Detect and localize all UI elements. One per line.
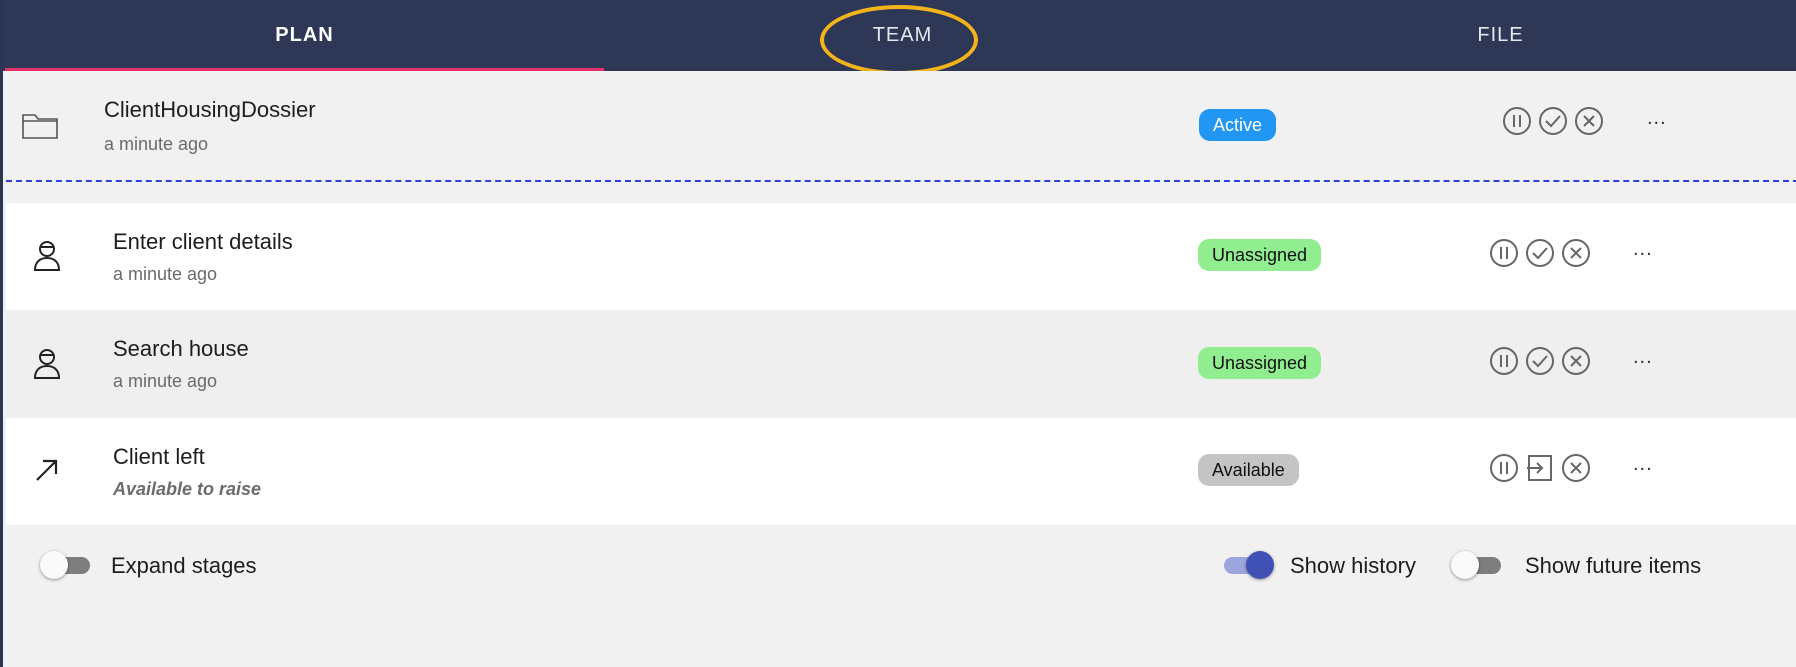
expand-stages-label: Expand stages <box>111 553 257 578</box>
more-menu-button[interactable]: ... <box>1647 107 1667 130</box>
tab-file[interactable]: FILE <box>1201 0 1796 71</box>
list-item[interactable]: Client left Available to raise Available… <box>6 418 1796 525</box>
cancel-icon[interactable] <box>1574 106 1604 136</box>
more-menu-button[interactable]: ... <box>1633 453 1653 476</box>
check-icon[interactable] <box>1525 238 1555 268</box>
expand-stages-toggle[interactable] <box>40 551 94 579</box>
pause-icon[interactable] <box>1502 106 1532 136</box>
case-title: ClientHousingDossier <box>104 97 316 122</box>
folder-icon <box>20 105 60 145</box>
item-subtitle: Available to raise <box>113 479 262 499</box>
list-item[interactable]: Enter client details a minute ago Unassi… <box>6 203 1796 310</box>
check-icon[interactable] <box>1538 106 1568 136</box>
pause-icon[interactable] <box>1489 346 1519 376</box>
cancel-icon[interactable] <box>1561 346 1591 376</box>
show-future-items-label: Show future items <box>1525 553 1702 578</box>
cancel-icon[interactable] <box>1561 238 1591 268</box>
tab-bar: PLAN TEAM FILE <box>3 0 1796 75</box>
pause-icon[interactable] <box>1489 238 1519 268</box>
item-subtitle: a minute ago <box>113 264 218 284</box>
check-icon[interactable] <box>1525 346 1555 376</box>
more-menu-button[interactable]: ... <box>1633 346 1653 369</box>
raise-icon[interactable] <box>1525 453 1555 483</box>
item-title: Enter client details <box>113 229 293 254</box>
show-history-toggle[interactable] <box>1220 551 1274 579</box>
status-badge: Available <box>1198 454 1299 486</box>
person-icon <box>27 235 67 275</box>
status-badge: Active <box>1199 109 1277 141</box>
pause-icon[interactable] <box>1489 453 1519 483</box>
case-subtitle: a minute ago <box>104 134 209 154</box>
person-icon <box>27 343 67 383</box>
status-badge: Unassigned <box>1198 239 1322 271</box>
tab-plan[interactable]: PLAN <box>5 0 604 71</box>
item-title: Client left <box>113 444 205 469</box>
more-menu-button[interactable]: ... <box>1633 238 1653 261</box>
show-future-items-toggle[interactable] <box>1451 551 1505 579</box>
item-title: Search house <box>113 336 249 361</box>
status-badge: Unassigned <box>1198 347 1322 379</box>
list-item[interactable]: Search house a minute ago Unassigned ... <box>6 310 1796 418</box>
arrow-up-right-icon <box>27 450 67 490</box>
cancel-icon[interactable] <box>1561 453 1591 483</box>
item-subtitle: a minute ago <box>113 371 218 391</box>
highlight-circle <box>820 5 978 75</box>
case-row[interactable]: ClientHousingDossier a minute ago Active… <box>6 71 1796 182</box>
plan-panel: PLAN TEAM FILE ClientHousingDossier a mi… <box>0 0 1796 667</box>
show-history-label: Show history <box>1290 553 1416 578</box>
